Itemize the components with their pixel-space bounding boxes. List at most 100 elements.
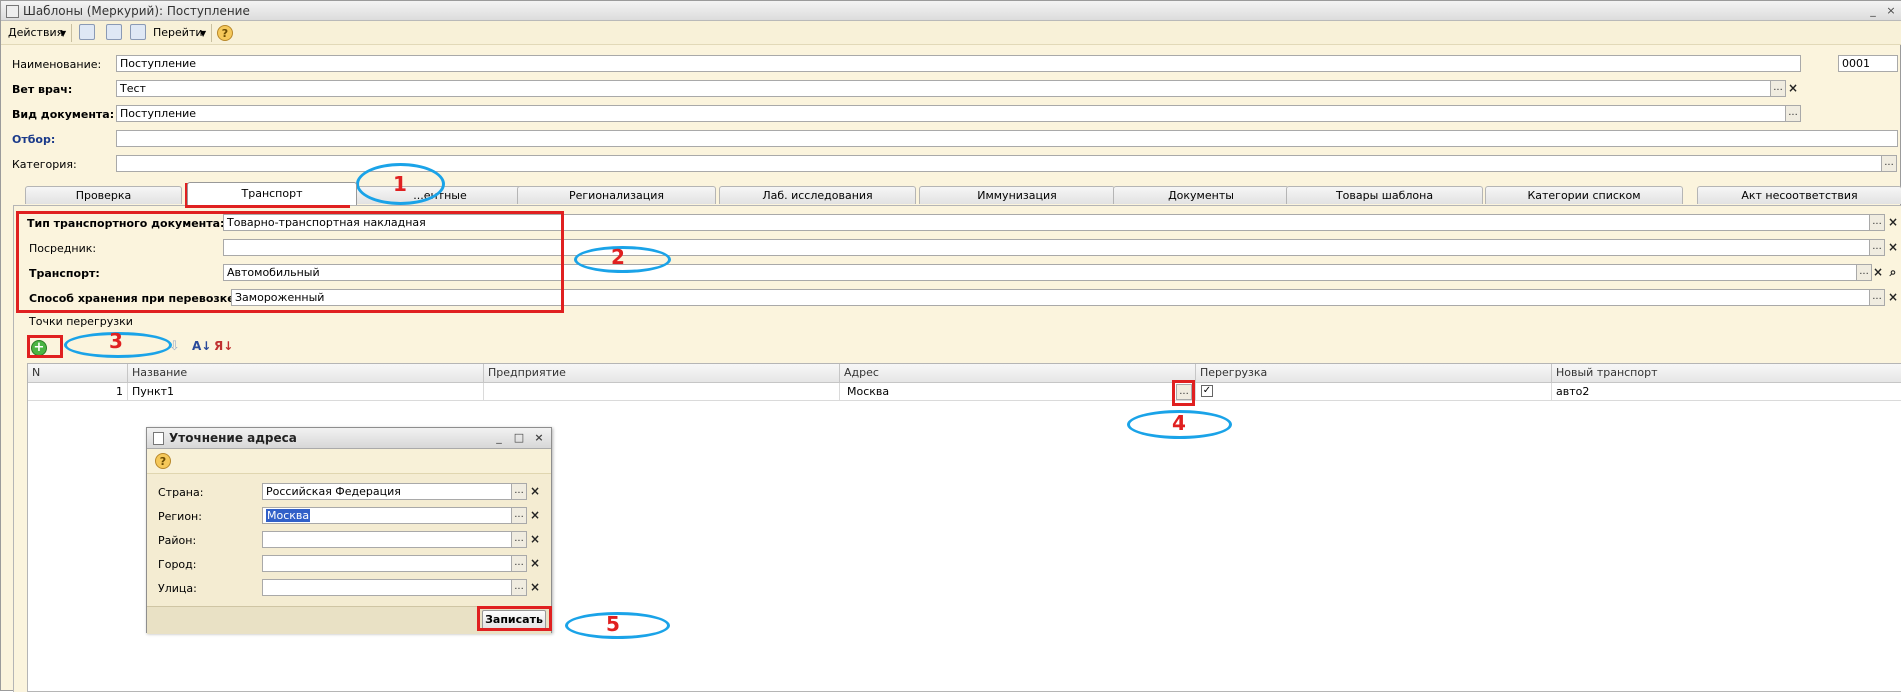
district-select-button[interactable]: ... [511, 531, 527, 548]
country-select-button[interactable]: ... [511, 483, 527, 500]
dialog-minimize-button[interactable]: _ [491, 430, 507, 445]
intermediary-select-button[interactable]: ... [1869, 239, 1885, 256]
vet-select-button[interactable]: ... [1770, 80, 1786, 97]
column-header[interactable]: Новый транспорт [1552, 364, 1901, 383]
help-icon[interactable]: ? [155, 453, 171, 469]
dialog-titlebar: Уточнение адреса _ □ × [147, 428, 551, 449]
table-cell-enterprise[interactable] [484, 383, 840, 401]
table-cell-name[interactable]: Пункт1 [128, 383, 484, 401]
storage-clear-button[interactable]: × [1886, 289, 1900, 306]
vet-field[interactable]: Тест [116, 80, 1771, 97]
toolbar-separator [211, 24, 212, 42]
actions-menu[interactable]: Действия [8, 26, 63, 39]
city-select-button[interactable]: ... [511, 555, 527, 572]
window-title: Шаблоны (Меркурий): Поступление [23, 4, 250, 18]
checkbox-checked-icon[interactable]: ✓ [1201, 385, 1213, 397]
doctype-field[interactable]: Поступление [116, 105, 1786, 122]
street-select-button[interactable]: ... [511, 579, 527, 596]
refresh-icon[interactable] [106, 24, 122, 40]
city-field[interactable] [262, 555, 512, 572]
name-field[interactable]: Поступление [116, 55, 1801, 72]
sort-desc-icon[interactable]: Я↓ [214, 339, 233, 353]
region-label: Регион: [158, 510, 202, 523]
region-selected-text: Москва [266, 509, 311, 522]
country-field[interactable]: Российская Федерация [262, 483, 512, 500]
category-select-button[interactable]: ... [1881, 155, 1897, 172]
column-header[interactable]: Предприятие [484, 364, 840, 383]
annotation-number-1: 1 [393, 172, 407, 196]
doc-type-select-button[interactable]: ... [1869, 214, 1885, 231]
city-clear-button[interactable]: × [528, 555, 542, 572]
country-label: Страна: [158, 486, 204, 499]
country-clear-button[interactable]: × [528, 483, 542, 500]
district-clear-button[interactable]: × [528, 531, 542, 548]
goto-menu[interactable]: Перейти [153, 26, 203, 39]
search-icon[interactable]: ⌕ [1886, 264, 1900, 281]
tab-regionalization[interactable]: Регионализация [517, 186, 716, 204]
highlight-transport-fields [16, 211, 564, 313]
column-header[interactable]: Название [128, 364, 484, 383]
sort-asc-icon[interactable]: A↓ [192, 339, 211, 353]
toolbar-separator [71, 24, 72, 42]
window-icon [6, 5, 19, 18]
help-icon[interactable]: ? [217, 25, 233, 41]
address-dialog: Уточнение адреса _ □ × ? Страна: Российс… [146, 427, 552, 634]
street-label: Улица: [158, 582, 197, 595]
filter-label: Отбор: [12, 133, 56, 146]
document-icon [153, 432, 164, 445]
filter-field[interactable] [116, 130, 1898, 147]
region-select-button[interactable]: ... [511, 507, 527, 524]
tab-immunization[interactable]: Иммунизация [919, 186, 1115, 204]
table-cell-reload[interactable]: ✓ [1196, 383, 1552, 401]
copy-icon[interactable] [130, 24, 146, 40]
close-window-button[interactable]: × [1883, 3, 1899, 18]
city-label: Город: [158, 558, 197, 571]
column-header[interactable]: Адрес [840, 364, 1196, 383]
chevron-down-icon: ▼ [60, 29, 67, 38]
intermediary-clear-button[interactable]: × [1886, 239, 1900, 256]
tab-check[interactable]: Проверка [25, 186, 182, 204]
annotation-number-3: 3 [109, 329, 123, 353]
tab-documents[interactable]: Документы [1113, 186, 1289, 204]
transport-clear-button[interactable]: × [1871, 264, 1885, 281]
transport-select-button[interactable]: ... [1856, 264, 1872, 281]
dialog-close-button[interactable]: × [531, 430, 547, 445]
street-field[interactable] [262, 579, 512, 596]
doctype-label: Вид документа: [12, 108, 115, 121]
tab-lab-research[interactable]: Лаб. исследования [719, 186, 916, 204]
annotation-number-4: 4 [1172, 411, 1186, 435]
save-icon[interactable] [79, 24, 95, 40]
code-field[interactable]: 0001 [1838, 55, 1898, 72]
district-field[interactable] [262, 531, 512, 548]
street-clear-button[interactable]: × [528, 579, 542, 596]
storage-select-button[interactable]: ... [1869, 289, 1885, 306]
table-cell-address[interactable]: Москва [840, 383, 1196, 401]
chevron-down-icon: ▼ [200, 29, 207, 38]
tab-category-list[interactable]: Категории списком [1485, 186, 1683, 204]
district-label: Район: [158, 534, 197, 547]
window-titlebar: Шаблоны (Меркурий): Поступление _ × [1, 1, 1901, 21]
column-header[interactable]: N [28, 364, 128, 383]
tab-nonconformity-act[interactable]: Акт несоответствия [1697, 186, 1901, 204]
table-cell-n[interactable]: 1 [28, 383, 128, 401]
form-toolbar: Действия ▼ Перейти ▼ ? [1, 21, 1901, 45]
doc-type-clear-button[interactable]: × [1886, 214, 1900, 231]
minimize-button[interactable]: _ [1865, 3, 1881, 18]
dialog-maximize-button[interactable]: □ [511, 430, 527, 445]
dialog-title: Уточнение адреса [169, 431, 297, 445]
vet-clear-button[interactable]: × [1786, 80, 1800, 97]
tab-template-goods[interactable]: Товары шаблона [1286, 186, 1483, 204]
tab-strip: Проверка Транспорт ...ентные Регионализа… [13, 182, 1901, 206]
highlight-add-button [27, 335, 63, 358]
table-cell-new-transport[interactable]: авто2 [1552, 383, 1901, 401]
region-clear-button[interactable]: × [528, 507, 542, 524]
column-header[interactable]: Перегрузка [1196, 364, 1552, 383]
main-window: Шаблоны (Меркурий): Поступление _ × Дейс… [0, 0, 1901, 692]
dialog-toolbar: ? [147, 449, 551, 474]
doctype-select-button[interactable]: ... [1785, 105, 1801, 122]
tab-transport[interactable]: Транспорт [187, 182, 357, 205]
region-field[interactable]: Москва [262, 507, 512, 524]
category-label: Категория: [12, 158, 77, 171]
annotation-number-2: 2 [611, 245, 625, 269]
points-group-label: Точки перегрузки [29, 315, 133, 328]
